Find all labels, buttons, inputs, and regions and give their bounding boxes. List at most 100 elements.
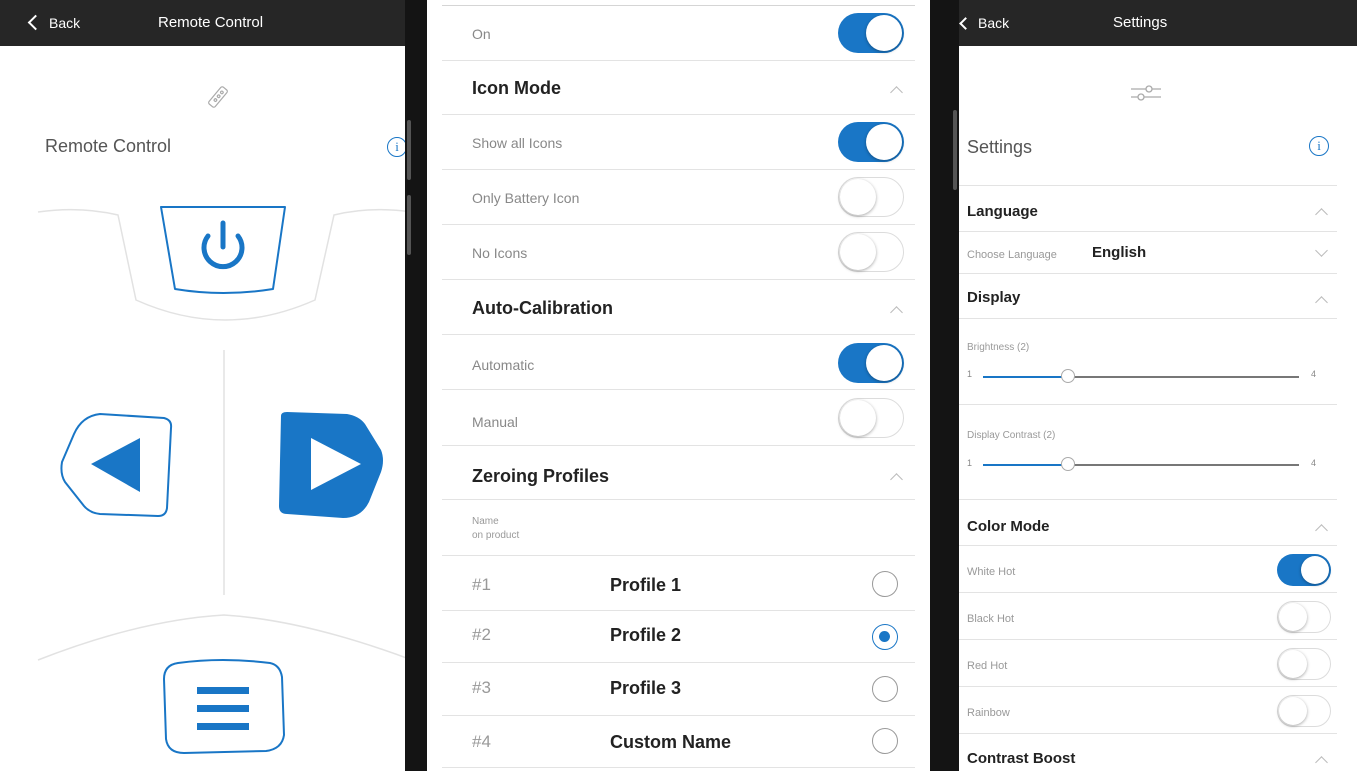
toggle-row-show-all-icons: Show all Icons bbox=[442, 115, 915, 170]
remote-icon bbox=[208, 86, 228, 108]
profile-number: #4 bbox=[472, 732, 491, 751]
red-hot-toggle[interactable] bbox=[1277, 648, 1331, 680]
chevron-down-icon bbox=[1315, 244, 1328, 257]
menu-button[interactable] bbox=[160, 657, 288, 757]
chevron-up-icon bbox=[890, 473, 903, 486]
back-button[interactable]: Back bbox=[959, 0, 1009, 46]
profile-number: #3 bbox=[472, 678, 491, 697]
back-label: Back bbox=[978, 15, 1010, 31]
menu-icon bbox=[197, 687, 249, 730]
power-button[interactable] bbox=[155, 203, 291, 295]
back-label: Back bbox=[49, 15, 81, 31]
language-header[interactable]: Language bbox=[959, 186, 1337, 232]
black-hot-toggle[interactable] bbox=[1277, 601, 1331, 633]
volume-button bbox=[407, 120, 411, 180]
row-label: Red Hot bbox=[967, 660, 1008, 672]
chevron-up-icon bbox=[1315, 208, 1328, 221]
show-all-icons-toggle[interactable] bbox=[838, 122, 904, 162]
profile-2-radio[interactable] bbox=[872, 624, 898, 650]
display-header[interactable]: Display bbox=[959, 274, 1337, 319]
profiles-column-header: Name on product bbox=[442, 500, 915, 556]
back-button[interactable]: Back bbox=[27, 0, 81, 46]
remote-control-screen: Back Remote Control Remote Control i bbox=[0, 0, 412, 771]
profile-name: Profile 1 bbox=[610, 575, 682, 595]
profile-name: Profile 2 bbox=[610, 625, 682, 645]
profile-row-2[interactable]: #2 Profile 2 bbox=[442, 611, 915, 663]
automatic-toggle[interactable] bbox=[838, 343, 904, 383]
profile-row-1[interactable]: #1 Profile 1 bbox=[442, 556, 915, 611]
section-title: Icon Mode bbox=[472, 78, 561, 98]
chevron-up-icon bbox=[890, 306, 903, 319]
contrast-row: Display Contrast (2) 1 4 bbox=[959, 405, 1337, 500]
row-label: On bbox=[472, 26, 491, 42]
color-mode-header[interactable]: Color Mode bbox=[959, 500, 1337, 546]
contrast-boost-header[interactable]: Contrast Boost bbox=[959, 734, 1337, 771]
top-bar: Back Settings bbox=[959, 0, 1357, 46]
only-battery-icon-toggle[interactable] bbox=[838, 177, 904, 217]
section-title: Auto-Calibration bbox=[472, 298, 613, 318]
contrast-slider-fill bbox=[983, 464, 1067, 466]
toggle-row-manual: Manual bbox=[442, 390, 915, 446]
choose-language-label: Choose Language bbox=[967, 249, 1057, 261]
profile-row-4[interactable]: #4 Custom Name bbox=[442, 716, 915, 768]
column-header: Name bbox=[472, 516, 499, 527]
row-label: Automatic bbox=[472, 357, 535, 373]
contrast-label: Display Contrast (2) bbox=[967, 430, 1056, 441]
profile-4-radio[interactable] bbox=[872, 728, 898, 754]
chevron-up-icon bbox=[890, 86, 903, 99]
brightness-row: Brightness (2) 1 4 bbox=[959, 319, 1337, 405]
row-label: Only Battery Icon bbox=[472, 190, 580, 206]
chevron-left-icon bbox=[27, 14, 44, 31]
chevron-up-icon bbox=[1315, 756, 1328, 769]
toggle-row-black-hot: Black Hot bbox=[959, 593, 1337, 640]
rainbow-toggle[interactable] bbox=[1277, 695, 1331, 727]
on-toggle[interactable] bbox=[838, 13, 904, 53]
toggle-row-automatic: Automatic bbox=[442, 335, 915, 390]
row-label: Black Hot bbox=[967, 613, 1015, 625]
previous-button[interactable] bbox=[60, 410, 173, 520]
auto-calibration-header[interactable]: Auto-Calibration bbox=[442, 280, 915, 335]
brightness-slider-thumb[interactable] bbox=[1061, 369, 1075, 383]
page-title: Settings bbox=[1113, 14, 1168, 31]
profile-1-radio[interactable] bbox=[872, 571, 898, 597]
page-title: Remote Control bbox=[158, 14, 264, 31]
info-icon[interactable]: i bbox=[387, 137, 407, 157]
toggle-row-only-battery-icon: Only Battery Icon bbox=[442, 170, 915, 225]
slider-min: 1 bbox=[967, 458, 973, 468]
power-side-button bbox=[953, 110, 957, 190]
icon-mode-header[interactable]: Icon Mode bbox=[442, 61, 915, 115]
row-label: No Icons bbox=[472, 245, 528, 261]
section-label: Settings bbox=[967, 137, 1033, 157]
profile-row-3[interactable]: #3 Profile 3 bbox=[442, 663, 915, 716]
no-icons-toggle[interactable] bbox=[838, 232, 904, 272]
next-button[interactable] bbox=[275, 410, 386, 520]
brightness-label: Brightness (2) bbox=[967, 342, 1030, 353]
section-title: Display bbox=[967, 289, 1021, 306]
language-value: English bbox=[1092, 244, 1147, 261]
slider-min: 1 bbox=[967, 369, 973, 379]
settings-screen: Back Settings Settings i Language Choose… bbox=[959, 0, 1357, 771]
row-label: Show all Icons bbox=[472, 135, 563, 151]
zeroing-profiles-header[interactable]: Zeroing Profiles bbox=[442, 446, 915, 500]
sliders-icon bbox=[1131, 85, 1161, 101]
white-hot-toggle[interactable] bbox=[1277, 554, 1331, 586]
settings-list-screen: On Icon Mode Show all Icons Only Battery… bbox=[427, 0, 930, 771]
section-title: Zeroing Profiles bbox=[472, 466, 610, 486]
column-header: on product bbox=[472, 530, 520, 541]
top-bar: Back Remote Control bbox=[0, 0, 412, 46]
profile-name: Custom Name bbox=[610, 732, 732, 752]
profile-number: #2 bbox=[472, 625, 491, 644]
manual-toggle[interactable] bbox=[838, 398, 904, 438]
section-label: Remote Control bbox=[45, 136, 172, 156]
volume-button bbox=[407, 195, 411, 255]
profile-3-radio[interactable] bbox=[872, 676, 898, 702]
contrast-slider-thumb[interactable] bbox=[1061, 457, 1075, 471]
language-select[interactable]: Choose Language English bbox=[959, 232, 1337, 274]
info-icon[interactable]: i bbox=[1309, 136, 1329, 156]
chevron-up-icon bbox=[1315, 296, 1328, 309]
slider-max: 4 bbox=[1311, 458, 1317, 468]
section-title: Color Mode bbox=[967, 518, 1050, 535]
toggle-row-red-hot: Red Hot bbox=[959, 640, 1337, 687]
row-label: Rainbow bbox=[967, 707, 1010, 719]
brightness-slider-fill bbox=[983, 376, 1067, 378]
